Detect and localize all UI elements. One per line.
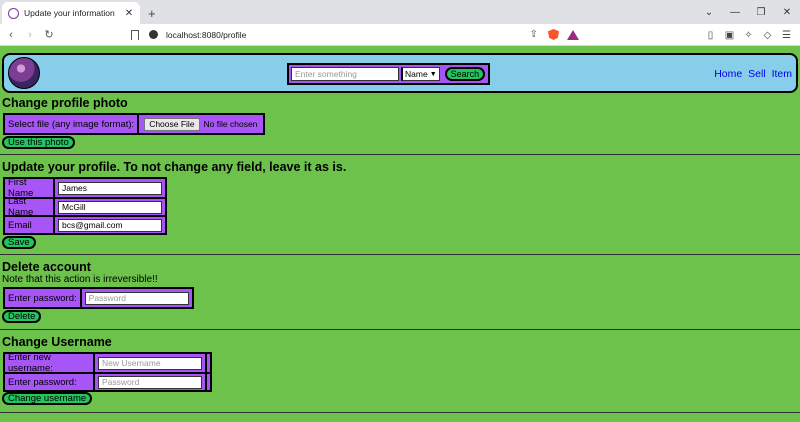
tab-favicon-icon — [8, 7, 19, 19]
forward-icon[interactable]: › — [22, 29, 38, 41]
site-header: Name ▼ Search Home Sell Item — [2, 53, 798, 93]
username-form: Enter new username: Enter password: — [3, 352, 212, 392]
username-password-label: Enter password: — [5, 374, 95, 390]
delete-password-label: Enter password: — [5, 289, 82, 307]
restore-icon[interactable]: ❐ — [748, 7, 774, 18]
username-password-field[interactable] — [98, 375, 202, 389]
window-controls: ⌄ — ❐ ✕ — [696, 0, 800, 24]
photo-heading: Change profile photo — [2, 96, 128, 110]
first-name-label: First Name — [5, 177, 55, 199]
choose-file-button[interactable]: Choose File — [144, 117, 200, 131]
divider — [0, 329, 800, 330]
new-username-label: Enter new username: — [5, 352, 95, 374]
delete-heading: Delete account — [2, 260, 91, 274]
menu-icon[interactable]: ☰ — [777, 30, 796, 41]
profile-heading: Update your profile. To not change any f… — [2, 160, 347, 174]
new-tab-icon[interactable]: + — [148, 6, 156, 24]
sidebar-icon[interactable]: ▯ — [701, 30, 720, 41]
email-label: Email — [5, 217, 55, 233]
tab-list-chevron-icon[interactable]: ⌄ — [696, 7, 722, 18]
username-heading: Change Username — [2, 335, 112, 349]
divider — [0, 254, 800, 255]
toolbar-right: ▯ ▣ ✧ ◇ ☰ — [701, 24, 796, 46]
search-input[interactable] — [291, 67, 399, 81]
nav-links: Home Sell Item — [711, 68, 792, 80]
minimize-icon[interactable]: — — [722, 7, 748, 18]
delete-form: Enter password: — [3, 287, 194, 309]
address-bar[interactable]: localhost:8080/profile ⇪ — [149, 26, 579, 44]
table-cell — [205, 374, 210, 390]
reload-icon[interactable]: ↻ — [41, 28, 57, 41]
browser-tab-bar: Update your information ✕ + ⌄ — ❐ ✕ — [0, 0, 800, 24]
avatar[interactable] — [8, 57, 40, 89]
brave-rewards-icon[interactable] — [567, 29, 579, 40]
nav-home-link[interactable]: Home — [714, 68, 742, 80]
search-type-select[interactable]: Name ▼ — [401, 67, 440, 81]
first-name-field[interactable] — [58, 181, 162, 195]
last-name-field[interactable] — [58, 200, 162, 214]
use-photo-button[interactable]: Use this photo — [2, 136, 75, 149]
browser-tab[interactable]: Update your information ✕ — [2, 2, 140, 24]
close-window-icon[interactable]: ✕ — [774, 7, 800, 18]
leo-ai-icon[interactable]: ✧ — [739, 30, 758, 41]
table-cell — [205, 354, 210, 372]
browser-toolbar: ‹ › ↻ localhost:8080/profile ⇪ ▯ ▣ ✧ ◇ ☰ — [0, 24, 800, 46]
last-name-label: Last Name — [5, 196, 55, 218]
divider — [0, 154, 800, 155]
photo-form: Select file (any image format): Choose F… — [3, 113, 266, 135]
bookmark-icon[interactable] — [131, 29, 139, 40]
nav-sell-link[interactable]: Sell — [748, 68, 766, 80]
back-icon[interactable]: ‹ — [3, 29, 19, 41]
search-form: Name ▼ Search — [287, 63, 491, 85]
delete-button[interactable]: Delete — [2, 310, 42, 323]
delete-note: Note that this action is irreversible!! — [2, 274, 158, 285]
site-info-icon[interactable] — [149, 30, 158, 39]
search-type-value: Name — [405, 69, 428, 79]
brave-shields-icon[interactable] — [548, 29, 559, 40]
nav-item-link[interactable]: Item — [772, 68, 792, 80]
tab-title: Update your information — [24, 8, 115, 18]
search-button[interactable]: Search — [444, 67, 486, 81]
file-label: Select file (any image format): — [5, 115, 140, 133]
delete-password-field[interactable] — [84, 291, 189, 305]
email-field[interactable] — [58, 218, 162, 232]
save-button[interactable]: Save — [2, 236, 36, 249]
profile-form: First Name Last Name Email — [3, 177, 167, 235]
chevron-down-icon: ▼ — [429, 70, 437, 78]
change-username-button[interactable]: Change username — [2, 392, 93, 405]
divider — [0, 412, 800, 413]
url-text[interactable]: localhost:8080/profile — [166, 30, 530, 40]
page-content: Name ▼ Search Home Sell Item Change prof… — [0, 47, 800, 422]
new-username-field[interactable] — [98, 356, 202, 370]
vpn-icon[interactable]: ◇ — [758, 30, 777, 41]
no-file-text: No file chosen — [203, 119, 258, 129]
wallet-icon[interactable]: ▣ — [720, 30, 739, 41]
share-icon[interactable]: ⇪ — [530, 29, 538, 40]
tab-close-icon[interactable]: ✕ — [124, 8, 134, 19]
